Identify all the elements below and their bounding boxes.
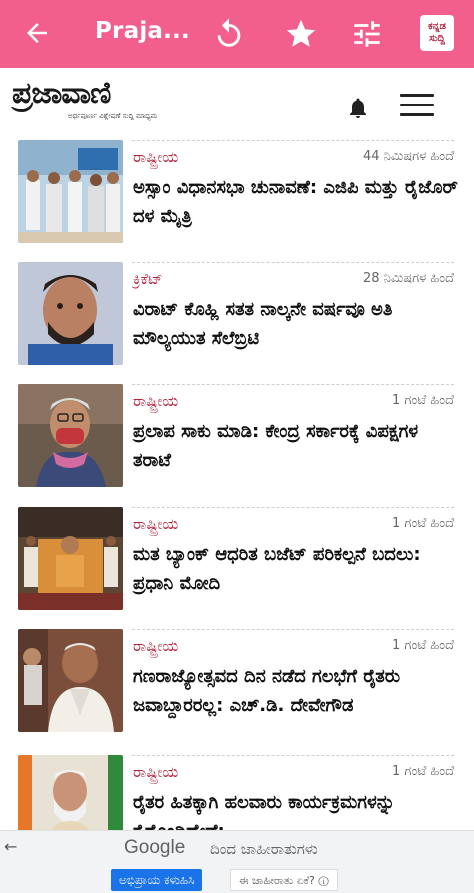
hamburger-menu-icon[interactable] [400,94,434,118]
ads-by-text: ದಿಂದ ಜಾಹೀರಾತುಗಳು [210,840,318,858]
news-item[interactable]: ರಾಷ್ಟ್ರೀಯ 1 ಗಂಟೆ ಹಿಂದೆ ಗಣರಾಜ್ಯೋತ್ಸವದ ದಿನ… [0,629,474,739]
back-arrow-icon[interactable] [22,18,52,48]
item-divider [132,507,454,508]
news-headline[interactable]: ಮತ ಬ್ಯಾಂಕ್ ಆಧರಿತ ಬಜೆಟ್ ಪರಿಕಲ್ಪನೆ ಬದಲು: ಪ… [133,540,458,598]
news-headline[interactable]: ಗಣರಾಜ್ಯೋತ್ಸವದ ದಿನ ನಡೆದ ಗಲಭೆಗೆ ರೈತರು ಜವಾಬ… [133,662,458,720]
news-time: 1 ಗಂಟೆ ಹಿಂದೆ [392,516,454,531]
bell-icon[interactable] [346,96,370,120]
badge-line-1: ಕನ್ನಡ [428,21,446,32]
news-item[interactable]: ಕ್ರಿಕೆಟ್ 28 ನಿಮಿಷಗಳ ಹಿಂದೆ ವಿರಾಟ್ ಕೊಹ್ಲಿ … [0,262,474,372]
news-thumbnail [18,629,123,732]
news-thumbnail [18,140,123,243]
item-divider [132,384,454,385]
news-headline[interactable]: ಪ್ರಲಾಪ ಸಾಕು ಮಾಡಿ: ಕೇಂದ್ರ ಸರ್ಕಾರಕ್ಕೆ ವಿಪಕ… [133,417,458,475]
news-thumbnail [18,384,123,487]
news-category[interactable]: ರಾಷ್ಟ್ರೀಯ [133,392,178,410]
news-category[interactable]: ರಾಷ್ಟ್ರೀಯ [133,515,178,533]
item-divider [132,755,454,756]
logo-text: ಪ್ರಜಾವಾಣಿ [12,76,111,111]
ad-back-arrow-icon[interactable]: ← [4,837,17,856]
star-icon[interactable] [284,17,318,51]
why-this-ad-button[interactable]: ಈ ಜಾಹೀರಾತು ಏಕೆ? ⓘ [230,869,338,891]
news-headline[interactable]: ವಿರಾಟ್ ಕೊಹ್ಲಿ ಸತತ ನಾಲ್ಕನೇ ವರ್ಷವೂ ಅತಿ ಮೌಲ… [133,295,458,353]
news-category[interactable]: ಕ್ರಿಕೆಟ್ [133,270,163,288]
settings-sliders-icon[interactable] [350,17,384,51]
news-category[interactable]: ರಾಷ್ಟ್ರೀಯ [133,763,178,781]
item-divider [132,262,454,263]
google-label: Google [124,837,186,858]
news-category[interactable]: ರಾಷ್ಟ್ರೀಯ [133,148,178,166]
badge-line-2: ಸುದ್ದಿ [429,33,445,44]
item-divider [132,140,454,141]
news-time: 1 ಗಂಟೆ ಹಿಂದೆ [392,764,454,779]
send-feedback-button[interactable]: ಅಭಿಪ್ರಾಯ ಕಳುಹಿಸಿ [111,869,203,891]
refresh-icon[interactable] [212,17,246,51]
news-time: 1 ಗಂಟೆ ಹಿಂದೆ [392,638,454,653]
ad-bar: ← Google ದಿಂದ ಜಾಹೀರಾತುಗಳು ಅಭಿಪ್ರಾಯ ಕಳುಹಿ… [0,830,474,893]
kannada-news-badge[interactable]: ಕನ್ನಡ ಸುದ್ದಿ [420,15,454,51]
logo-tagline: ಅರ್ಥಪೂರ್ಣ ವಿಶ್ಲೇಷಣೆ ಸುದ್ದಿ ಮಾಧ್ಯಮ [68,112,158,120]
news-headline[interactable]: ಅಸ್ಸಾಂ ವಿಧಾನಸಭಾ ಚುನಾವಣೆ: ಎಜಿಪಿ ಮತ್ತು ರೈಜ… [133,173,458,231]
news-time: 44 ನಿಮಿಷಗಳ ಹಿಂದೆ [362,149,454,164]
news-time: 1 ಗಂಟೆ ಹಿಂದೆ [392,393,454,408]
masthead: ಪ್ರಜಾವಾಣಿ ಅರ್ಥಪೂರ್ಣ ವಿಶ್ಲೇಷಣೆ ಸುದ್ದಿ ಮಾಧ… [0,68,474,134]
news-thumbnail [18,507,123,610]
news-item[interactable]: ರಾಷ್ಟ್ರೀಯ 1 ಗಂಟೆ ಹಿಂದೆ ಪ್ರಲಾಪ ಸಾಕು ಮಾಡಿ:… [0,384,474,494]
news-item[interactable]: ರಾಷ್ಟ್ರೀಯ 1 ಗಂಟೆ ಹಿಂದೆ ಮತ ಬ್ಯಾಂಕ್ ಆಧರಿತ … [0,507,474,617]
news-thumbnail [18,262,123,365]
prajavani-logo[interactable]: ಪ್ರಜಾವಾಣಿ ಅರ್ಥಪೂರ್ಣ ವಿಶ್ಲೇಷಣೆ ಸುದ್ದಿ ಮಾಧ… [12,76,212,124]
app-bar-title: Praja... [95,18,190,44]
news-category[interactable]: ರಾಷ್ಟ್ರೀಯ [133,637,178,655]
item-divider [132,629,454,630]
news-time: 28 ನಿಮಿಷಗಳ ಹಿಂದೆ [362,271,454,286]
news-item[interactable]: ರಾಷ್ಟ್ರೀಯ 44 ನಿಮಿಷಗಳ ಹಿಂದೆ ಅಸ್ಸಾಂ ವಿಧಾನಸ… [0,140,474,250]
app-bar: Praja... ಕನ್ನಡ ಸುದ್ದಿ [0,0,474,68]
